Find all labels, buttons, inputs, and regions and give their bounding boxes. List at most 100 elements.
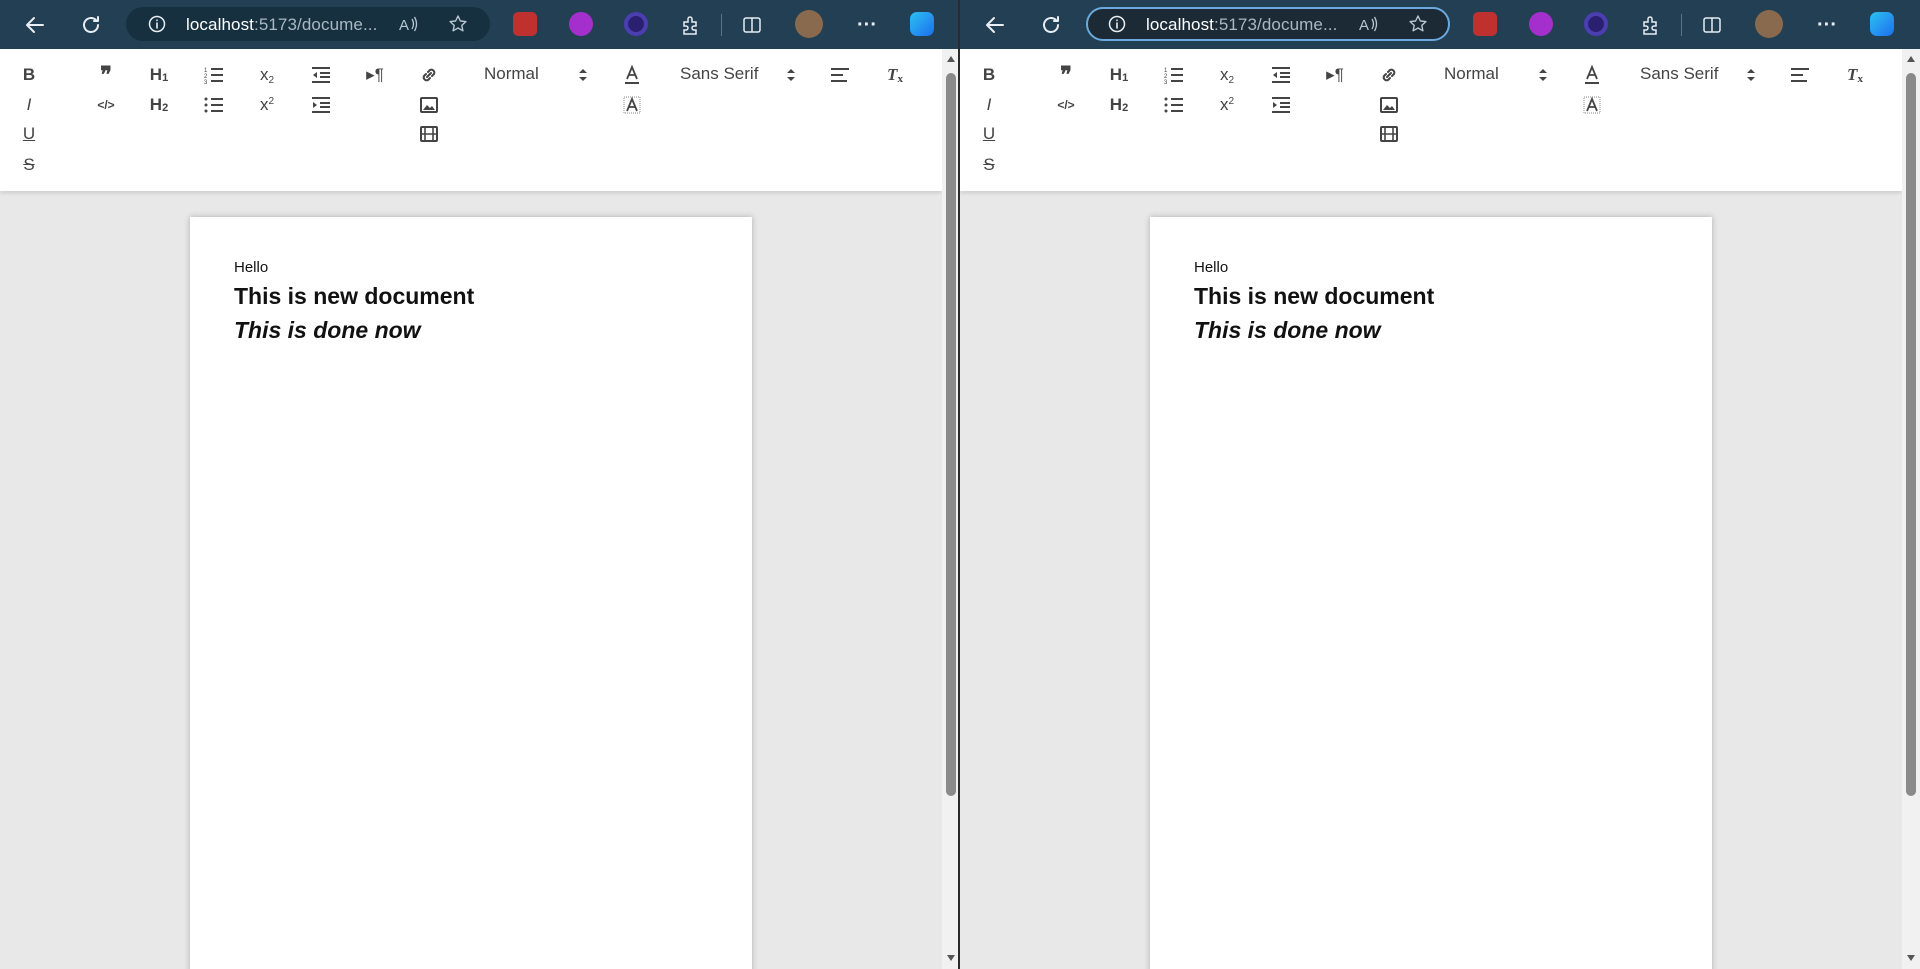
favorite-star-icon[interactable]: [1408, 14, 1428, 39]
background-color-icon[interactable]: [1579, 93, 1605, 117]
read-aloud-icon[interactable]: A: [1358, 14, 1378, 39]
strike-icon[interactable]: S: [976, 153, 1002, 177]
extension-icon-ring[interactable]: [624, 12, 648, 36]
more-menu-icon[interactable]: ···: [850, 8, 884, 42]
underline-icon[interactable]: U: [976, 122, 1002, 146]
extensions-puzzle-icon[interactable]: [674, 8, 708, 42]
strike-icon[interactable]: S: [16, 153, 42, 177]
code-block-icon[interactable]: </>: [93, 93, 119, 117]
browser-toolbar: localhost:5173/docume... A ···: [0, 0, 960, 49]
heading-2-icon[interactable]: H2: [146, 93, 172, 117]
scroll-down-icon[interactable]: [946, 954, 956, 962]
heading-1-icon[interactable]: H1: [1106, 63, 1132, 87]
extension-icon-purple[interactable]: [569, 12, 593, 36]
clear-format-icon[interactable]: Tx: [1842, 63, 1868, 87]
address-bar[interactable]: localhost:5173/docume... A: [126, 7, 490, 41]
scrollbar-thumb[interactable]: [946, 73, 956, 796]
bold-heading-line: This is new document: [234, 283, 475, 309]
bold-icon[interactable]: B: [976, 63, 1002, 87]
font-select[interactable]: Sans Serif: [680, 64, 758, 84]
address-url: localhost:5173/docume...: [186, 15, 378, 34]
heading-1-icon[interactable]: H1: [146, 63, 172, 87]
outdent-icon[interactable]: [1268, 63, 1294, 87]
read-aloud-icon[interactable]: A: [398, 14, 418, 39]
font-color-icon[interactable]: [619, 63, 645, 87]
browser-toolbar: localhost:5173/docume... A ···: [960, 0, 1920, 49]
split-screen-icon[interactable]: [735, 8, 769, 42]
bullet-list-icon[interactable]: [1161, 93, 1187, 117]
text-direction-icon[interactable]: ▸¶: [1322, 63, 1348, 87]
heading-2-icon[interactable]: H2: [1106, 93, 1132, 117]
align-icon[interactable]: [827, 63, 853, 87]
blockquote-icon[interactable]: ❞: [93, 62, 119, 87]
site-info-icon[interactable]: [1108, 15, 1126, 38]
outdent-icon[interactable]: [308, 63, 334, 87]
image-icon[interactable]: [1376, 93, 1402, 117]
font-select[interactable]: Sans Serif: [1640, 64, 1718, 84]
document-page[interactable]: Hello This is new document This is done …: [1150, 217, 1712, 969]
format-select-caret-icon: [579, 69, 587, 81]
scrollbar-thumb[interactable]: [1906, 73, 1916, 796]
blockquote-icon[interactable]: ❞: [1053, 62, 1079, 87]
video-icon[interactable]: [416, 122, 442, 146]
extension-icon-red[interactable]: [513, 12, 537, 36]
align-icon[interactable]: [1787, 63, 1813, 87]
clear-format-icon[interactable]: Tx: [882, 63, 908, 87]
indent-icon[interactable]: [1268, 93, 1294, 117]
profile-avatar[interactable]: [1755, 10, 1783, 38]
extensions-puzzle-icon[interactable]: [1634, 8, 1668, 42]
paragraph: Hello: [1194, 259, 1229, 276]
extension-icon-ring[interactable]: [1584, 12, 1608, 36]
refresh-icon[interactable]: [74, 8, 108, 42]
address-bar[interactable]: localhost:5173/docume... A: [1086, 7, 1450, 41]
extension-icon-red[interactable]: [1473, 12, 1497, 36]
scroll-up-icon[interactable]: [946, 55, 956, 63]
copilot-icon[interactable]: [910, 12, 934, 36]
site-info-icon[interactable]: [148, 15, 166, 38]
subscript-icon[interactable]: x2: [1214, 63, 1240, 87]
copilot-icon[interactable]: [1870, 12, 1894, 36]
format-select-caret-icon: [1539, 69, 1547, 81]
bullet-list-icon[interactable]: [201, 93, 227, 117]
superscript-icon[interactable]: x2: [1214, 93, 1240, 117]
document-page[interactable]: Hello This is new document This is done …: [190, 217, 752, 969]
svg-text:3: 3: [204, 80, 208, 84]
italic-bold-line: This is done now: [234, 317, 421, 343]
format-select[interactable]: Normal: [1444, 64, 1499, 84]
ordered-list-icon[interactable]: 123: [201, 63, 227, 87]
favorite-star-icon[interactable]: [448, 14, 468, 39]
extension-icon-purple[interactable]: [1529, 12, 1553, 36]
underline-icon[interactable]: U: [16, 122, 42, 146]
scroll-down-icon[interactable]: [1906, 954, 1916, 962]
refresh-icon[interactable]: [1034, 8, 1068, 42]
link-icon[interactable]: [416, 63, 442, 87]
editor-toolbar: B I U S ❞ </> H1 H2 123 x2 x2 ▸¶ Normal …: [960, 49, 1902, 191]
scroll-up-icon[interactable]: [1906, 55, 1916, 63]
more-menu-icon[interactable]: ···: [1810, 8, 1844, 42]
text-direction-icon[interactable]: ▸¶: [362, 63, 388, 87]
svg-text:A: A: [399, 17, 409, 34]
background-color-icon[interactable]: [619, 93, 645, 117]
italic-icon[interactable]: I: [976, 93, 1002, 117]
back-icon[interactable]: [978, 8, 1012, 42]
font-color-icon[interactable]: [1579, 63, 1605, 87]
subscript-icon[interactable]: x2: [254, 63, 280, 87]
link-icon[interactable]: [1376, 63, 1402, 87]
video-icon[interactable]: [1376, 122, 1402, 146]
paragraph: Hello: [234, 259, 269, 276]
back-icon[interactable]: [18, 8, 52, 42]
editor-toolbar: B I U S ❞ </> H1 H2 123 x2 x2 ▸¶ Normal …: [0, 49, 942, 191]
profile-avatar[interactable]: [795, 10, 823, 38]
format-select[interactable]: Normal: [484, 64, 539, 84]
superscript-icon[interactable]: x2: [254, 93, 280, 117]
italic-icon[interactable]: I: [16, 93, 42, 117]
indent-icon[interactable]: [308, 93, 334, 117]
ordered-list-icon[interactable]: 123: [1161, 63, 1187, 87]
italic-bold-line: This is done now: [1194, 317, 1381, 343]
bold-icon[interactable]: B: [16, 63, 42, 87]
split-screen-icon[interactable]: [1695, 8, 1729, 42]
page-scrollbar[interactable]: [1902, 49, 1920, 969]
image-icon[interactable]: [416, 93, 442, 117]
font-select-caret-icon: [787, 69, 795, 81]
code-block-icon[interactable]: </>: [1053, 93, 1079, 117]
